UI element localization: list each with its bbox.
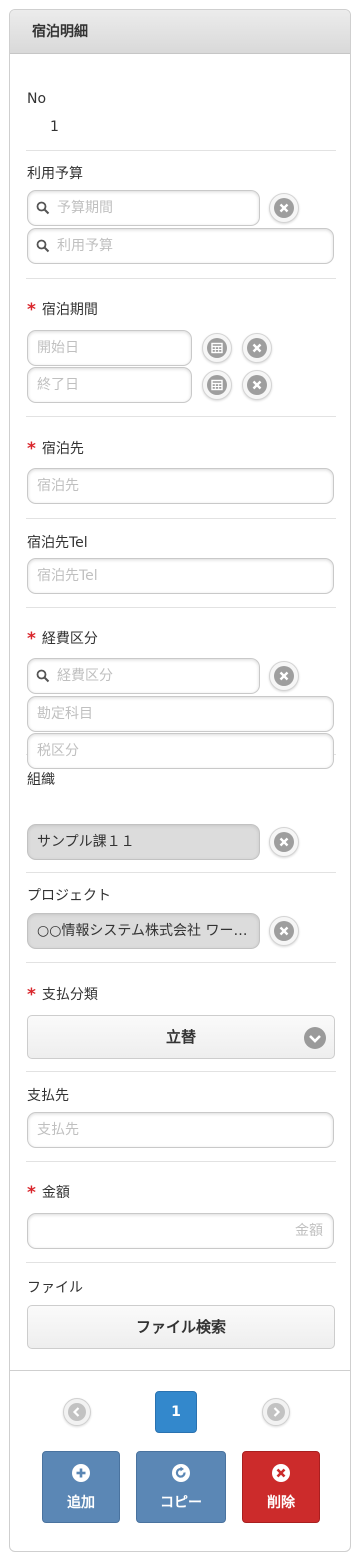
project-input[interactable]: ○○情報システム株式会社 ワークフロー構築 xyxy=(27,913,260,949)
lodging-label: * 宿泊先 xyxy=(27,439,84,459)
payee-label: 支払先 xyxy=(27,1088,69,1104)
expense-category-input[interactable]: 経費区分 xyxy=(27,658,260,694)
stay-period-label: * 宿泊期間 xyxy=(27,300,98,320)
payment-type-select[interactable]: 立替 xyxy=(27,1015,335,1059)
panel-title: 宿泊明細 xyxy=(10,10,350,54)
budget-period-input[interactable]: 予算期間 xyxy=(27,190,260,226)
lodging-tel-label: 宿泊先Tel xyxy=(27,535,88,551)
required-mark: * xyxy=(27,985,36,1005)
close-icon xyxy=(272,1464,290,1482)
payee-input[interactable]: 支払先 xyxy=(27,1112,334,1148)
next-page-button[interactable] xyxy=(262,1398,290,1426)
delete-button-label: 削除 xyxy=(267,1495,295,1511)
amount-input[interactable]: 金額 xyxy=(27,1213,334,1249)
refresh-icon xyxy=(172,1464,190,1482)
section-expense: * 経費区分 経費区分 勘定科目 税区分 xyxy=(26,608,336,769)
section-payment-type: * 支払分類 立替 xyxy=(26,963,336,1072)
section-lodging: * 宿泊先 宿泊先 xyxy=(26,417,336,519)
add-button-label: 追加 xyxy=(67,1495,95,1511)
lodging-detail-panel: 宿泊明細 No 1 利用予算 予算期間 利用予算 * 宿泊期間 開始日 終了日 … xyxy=(9,9,351,1552)
copy-button-label: コピー xyxy=(160,1495,202,1511)
section-budget: 利用予算 予算期間 利用予算 xyxy=(26,151,336,279)
required-mark: * xyxy=(27,439,36,459)
search-icon xyxy=(36,669,50,683)
copy-button[interactable]: コピー xyxy=(136,1451,226,1523)
organization-input[interactable]: サンプル課１１ xyxy=(27,824,260,860)
required-mark: * xyxy=(27,300,36,320)
section-file: ファイル ファイル検索 xyxy=(26,1263,336,1369)
section-payee: 支払先 支払先 xyxy=(26,1072,336,1162)
expense-label: * 経費区分 xyxy=(27,629,98,649)
plus-icon xyxy=(72,1464,90,1482)
detail-footer: 1 追加 コピー 削除 xyxy=(10,1370,350,1551)
no-label: No xyxy=(27,91,47,107)
organization-label: 組織 xyxy=(27,772,55,788)
section-amount: * 金額 金額 xyxy=(26,1162,336,1263)
clear-expense-button[interactable] xyxy=(269,661,299,691)
required-mark: * xyxy=(27,629,36,649)
lodging-tel-input[interactable]: 宿泊先Tel xyxy=(27,558,334,594)
lodging-input[interactable]: 宿泊先 xyxy=(27,468,334,504)
start-date-input[interactable]: 開始日 xyxy=(27,330,192,366)
delete-button[interactable]: 削除 xyxy=(242,1451,320,1523)
prev-page-button[interactable] xyxy=(63,1398,91,1426)
end-date-input[interactable]: 終了日 xyxy=(27,367,192,403)
file-label: ファイル xyxy=(27,1280,83,1296)
chevron-down-icon xyxy=(304,1027,326,1049)
required-mark: * xyxy=(27,1183,36,1203)
section-no: No 1 xyxy=(26,54,336,151)
payment-type-label: * 支払分類 xyxy=(27,985,98,1005)
section-lodging-tel: 宿泊先Tel 宿泊先Tel xyxy=(26,519,336,608)
current-page[interactable]: 1 xyxy=(155,1391,197,1433)
clear-organization-button[interactable] xyxy=(269,827,299,857)
section-organization: 組織 サンプル課１１ xyxy=(26,755,336,873)
add-button[interactable]: 追加 xyxy=(42,1451,120,1523)
no-value: 1 xyxy=(50,119,59,135)
search-icon xyxy=(36,201,50,215)
amount-label: * 金額 xyxy=(27,1183,70,1203)
project-label: プロジェクト xyxy=(27,888,111,904)
budget-label: 利用予算 xyxy=(27,166,83,182)
search-icon xyxy=(36,239,50,253)
end-calendar-button[interactable] xyxy=(202,370,232,400)
budget-input[interactable]: 利用予算 xyxy=(27,228,334,264)
clear-end-date-button[interactable] xyxy=(242,370,272,400)
clear-budget-button[interactable] xyxy=(269,193,299,223)
clear-start-date-button[interactable] xyxy=(242,333,272,363)
section-stay-period: * 宿泊期間 開始日 終了日 xyxy=(26,279,336,417)
clear-project-button[interactable] xyxy=(269,916,299,946)
section-project: プロジェクト ○○情報システム株式会社 ワークフロー構築 xyxy=(26,873,336,963)
start-calendar-button[interactable] xyxy=(202,333,232,363)
account-item-input[interactable]: 勘定科目 xyxy=(27,696,334,732)
file-search-button[interactable]: ファイル検索 xyxy=(27,1305,335,1349)
